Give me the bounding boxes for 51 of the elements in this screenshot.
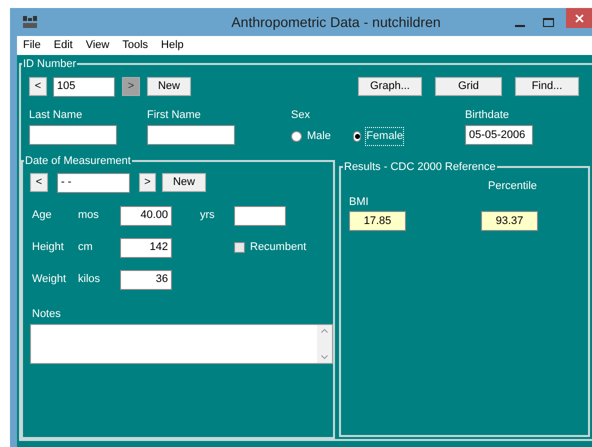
- age-months-field[interactable]: 40.00: [120, 206, 172, 226]
- new-button[interactable]: New: [162, 173, 206, 192]
- recumbent-checkbox[interactable]: Recumbent: [234, 239, 306, 256]
- field-label: Birthdate: [465, 108, 510, 122]
- radio-button[interactable]: Male: [291, 128, 341, 144]
- notes-field[interactable]: [30, 324, 333, 364]
- field-label: Weight: [31, 272, 68, 288]
- field-label: Age: [31, 208, 53, 224]
- birthdate-field[interactable]: 05-05-2006: [465, 125, 533, 145]
- percentile-field[interactable]: 93.37: [481, 211, 538, 231]
- field-label: Percentile: [488, 178, 538, 194]
- field-label: BMI: [349, 194, 370, 210]
- field-label: Last Name: [29, 108, 84, 122]
- menu-item[interactable]: Tools: [122, 37, 148, 54]
- new-button[interactable]: New: [147, 77, 191, 96]
- field-label: First Name: [147, 108, 202, 122]
- previous-button[interactable]: <: [30, 173, 48, 192]
- toolbar-button[interactable]: Graph...: [358, 77, 422, 96]
- close-button[interactable]: [566, 8, 592, 28]
- toolbar-button[interactable]: Grid: [435, 77, 502, 96]
- close-icon: [574, 14, 584, 22]
- field-label: Notes: [31, 306, 62, 322]
- weight-field[interactable]: 36: [120, 270, 172, 290]
- menu-item[interactable]: Help: [161, 37, 184, 54]
- scrollbar[interactable]: [317, 325, 332, 363]
- group-title: ID Number: [22, 57, 78, 72]
- menu-item[interactable]: File: [23, 37, 41, 54]
- unit-label: cm: [78, 240, 94, 256]
- next-button[interactable]: >: [139, 173, 156, 192]
- radio-button[interactable]: Female: [353, 128, 403, 144]
- menu-item[interactable]: View: [86, 37, 110, 54]
- unit-label: kilos: [78, 272, 102, 288]
- field-label: Sex: [291, 108, 311, 122]
- group-title: Date of Measurement: [24, 154, 132, 169]
- window-title: Anthropometric Data - nutchildren: [230, 12, 442, 32]
- date-field[interactable]: - -: [57, 172, 130, 192]
- id-field[interactable]: 105: [53, 76, 115, 96]
- previous-button[interactable]: <: [29, 77, 47, 96]
- unit-label: mos: [78, 208, 100, 224]
- height-field[interactable]: 142: [120, 238, 172, 258]
- bmi-field[interactable]: 17.85: [349, 211, 406, 231]
- toolbar-button[interactable]: Find...: [515, 77, 579, 96]
- field-label: Height: [31, 240, 65, 256]
- first-name-field[interactable]: [147, 125, 235, 145]
- menu-item[interactable]: Edit: [54, 37, 73, 54]
- age-years-field[interactable]: [234, 206, 286, 226]
- group-title: Results - CDC 2000 Reference: [343, 160, 497, 175]
- unit-label: yrs: [199, 208, 216, 224]
- maximize-icon[interactable]: [543, 18, 554, 26]
- last-name-field[interactable]: [29, 125, 117, 145]
- app-icon: [23, 16, 37, 28]
